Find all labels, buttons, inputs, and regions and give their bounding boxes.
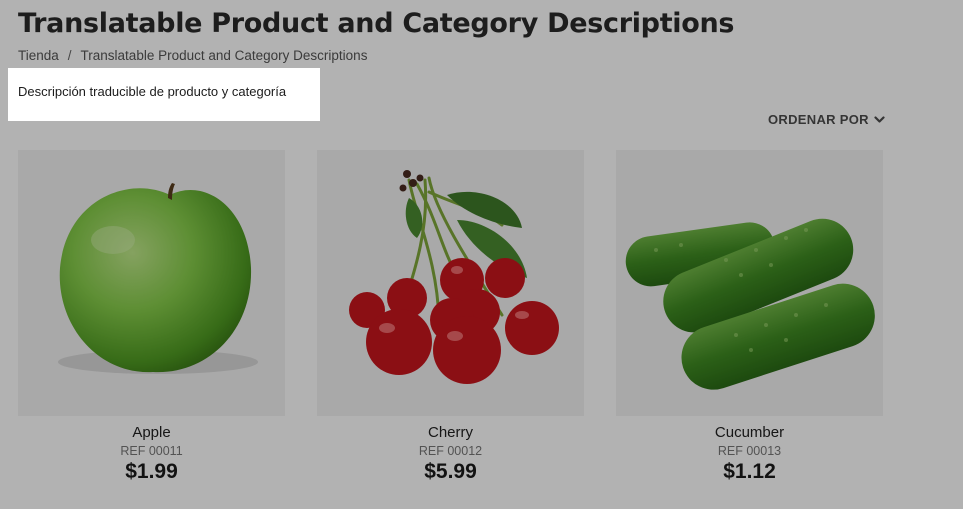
product-ref: REF 00012 — [418, 444, 483, 458]
product-price: $5.99 — [424, 460, 477, 483]
product-name[interactable]: Apple — [18, 424, 285, 441]
sort-by-dropdown[interactable]: ORDENAR POR — [768, 112, 885, 127]
breadcrumb-separator: / — [67, 48, 72, 63]
product-card-cucumber[interactable]: Cucumber REF 00013 $1.12 — [616, 150, 883, 484]
product-name[interactable]: Cucumber — [616, 424, 883, 441]
product-card-cherry[interactable]: Cherry REF 00012 $5.99 — [317, 150, 584, 484]
product-name[interactable]: Cherry — [317, 424, 584, 441]
breadcrumb-item-store[interactable]: Tienda — [18, 48, 59, 63]
breadcrumb-item-current: Translatable Product and Category Descri… — [80, 48, 368, 63]
sort-by-label: ORDENAR POR — [768, 112, 869, 127]
chevron-down-icon — [874, 115, 885, 123]
page-title: Translatable Product and Category Descri… — [18, 8, 735, 39]
product-ref: REF 00013 — [717, 444, 782, 458]
product-ref: REF 00011 — [120, 444, 183, 458]
breadcrumb: Tienda / Translatable Product and Category… — [18, 48, 367, 63]
product-image-cucumber[interactable] — [616, 150, 883, 416]
page: Translatable Product and Category Descri… — [0, 0, 963, 509]
product-card-apple[interactable]: Apple REF 00011 $1.99 — [18, 150, 285, 484]
product-price: $1.99 — [125, 460, 178, 483]
product-price: $1.12 — [723, 460, 776, 483]
product-image-cherry[interactable] — [317, 150, 584, 416]
product-image-apple[interactable] — [18, 150, 285, 416]
category-description[interactable]: Descripción traducible de producto y cat… — [8, 68, 320, 121]
